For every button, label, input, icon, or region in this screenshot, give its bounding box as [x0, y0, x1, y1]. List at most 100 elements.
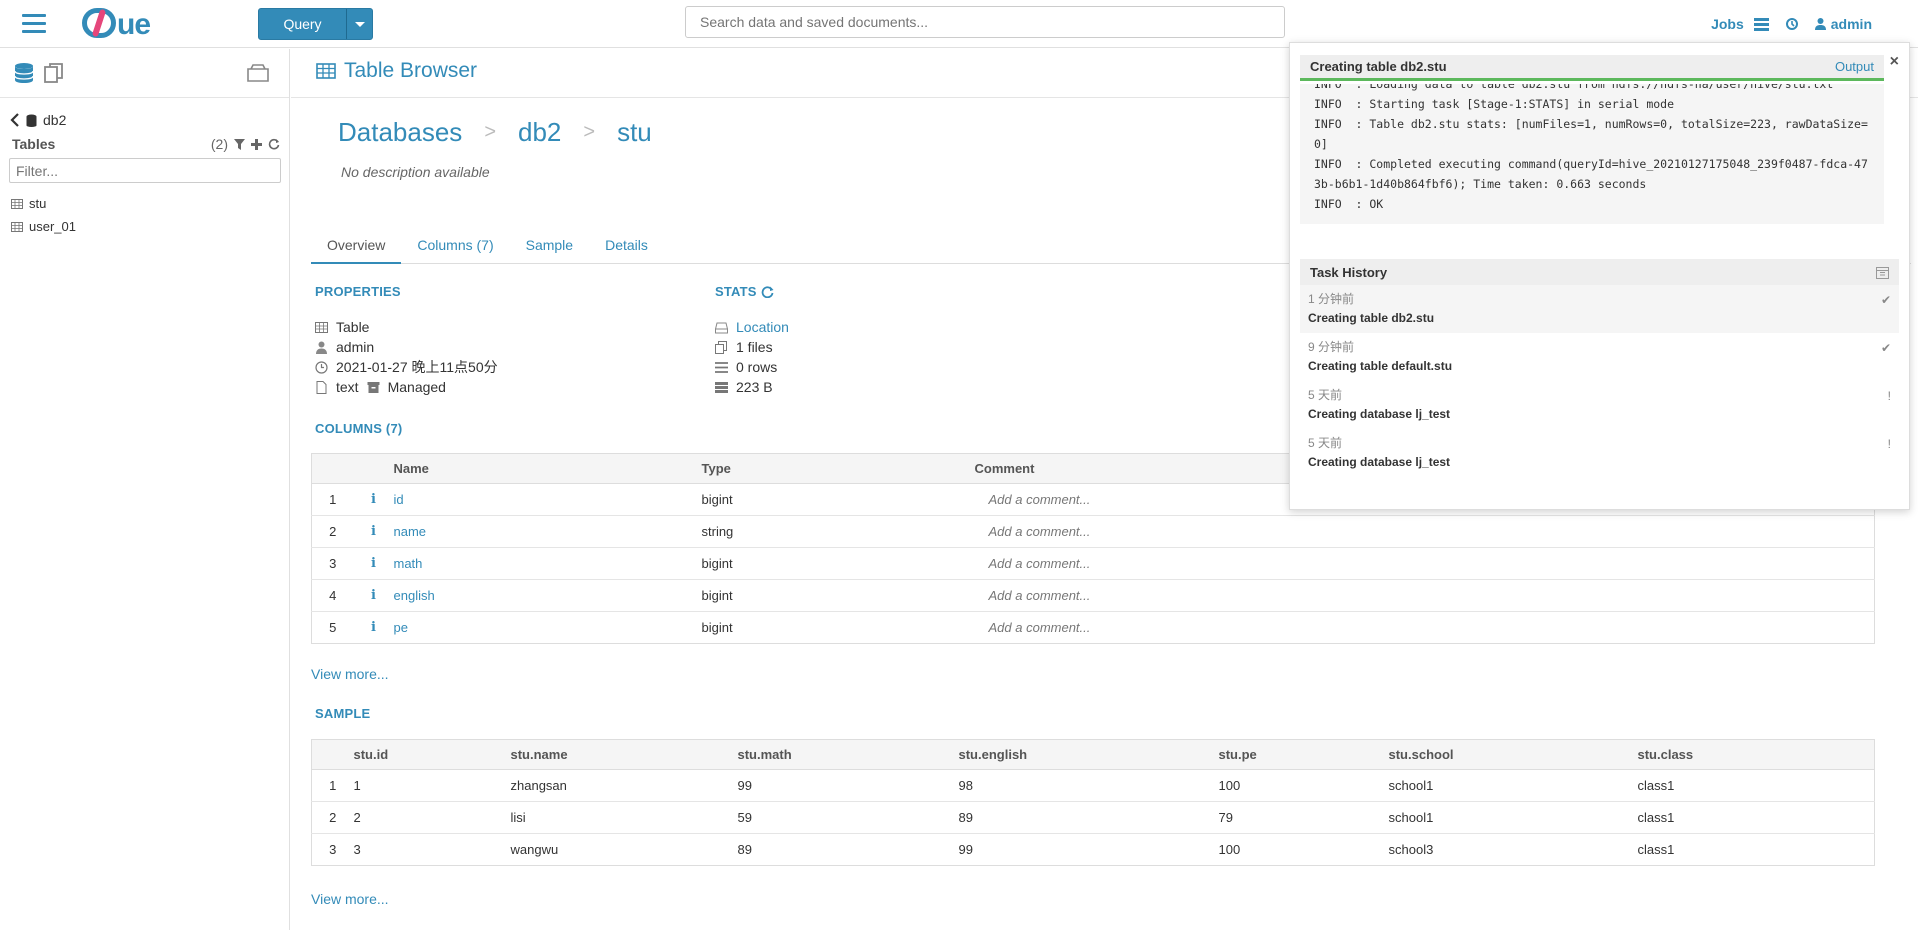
hamburger-menu-icon[interactable]: [22, 14, 46, 34]
info-icon[interactable]: i: [353, 483, 394, 516]
task-name[interactable]: Creating table default.stu: [1308, 359, 1891, 373]
breadcrumb-db[interactable]: db2: [518, 117, 561, 148]
sample-header[interactable]: stu.english: [958, 739, 1219, 770]
table-description[interactable]: No description available: [341, 164, 490, 180]
task-name[interactable]: Creating table db2.stu: [1308, 311, 1891, 325]
file-icon: [316, 380, 327, 394]
clock-icon: [315, 360, 328, 374]
sidebar-database[interactable]: db2: [10, 112, 66, 128]
back-chevron-icon[interactable]: [10, 113, 20, 127]
column-header-type[interactable]: Type: [701, 453, 975, 484]
task-name[interactable]: Creating database lj_test: [1308, 407, 1891, 421]
query-dropdown-caret-icon[interactable]: [346, 9, 372, 39]
user-name[interactable]: admin: [1831, 16, 1872, 32]
query-button[interactable]: Query: [258, 8, 373, 40]
sample-header[interactable]: stu.name: [510, 739, 738, 770]
tables-count: (2): [210, 136, 228, 152]
job-log[interactable]: INFO : Loading data to table db2.stu fro…: [1300, 84, 1884, 224]
sample-header[interactable]: stu.pe: [1218, 739, 1389, 770]
sample-header[interactable]: stu.school: [1388, 739, 1638, 770]
list-item[interactable]: 5 天前 Creating database lj_test !: [1300, 429, 1899, 477]
folder-icon[interactable]: [246, 61, 270, 85]
refresh-icon[interactable]: [268, 138, 280, 150]
column-type: bigint: [701, 579, 975, 612]
database-icon[interactable]: [12, 61, 36, 85]
column-type: bigint: [701, 611, 975, 644]
cell: 98: [958, 769, 1219, 802]
list-item[interactable]: 5 天前 Creating database lj_test !: [1300, 381, 1899, 429]
cell: 99: [737, 769, 959, 802]
table-row: 5 i pe bigint Add a comment...: [311, 611, 1875, 644]
add-comment[interactable]: Add a comment...: [974, 611, 1875, 644]
info-icon[interactable]: i: [353, 611, 394, 644]
column-name-link[interactable]: id: [394, 492, 404, 507]
top-navbar: ue Query Jobs admin: [0, 0, 1918, 48]
tab-details[interactable]: Details: [589, 232, 664, 264]
filter-icon[interactable]: [234, 138, 245, 150]
stats-size: 223 B: [736, 379, 773, 395]
table-browser-icon: [316, 63, 336, 79]
sample-header[interactable]: stu.id: [353, 739, 511, 770]
calendar-icon[interactable]: [1876, 266, 1889, 279]
table-icon: [11, 198, 23, 209]
task-name[interactable]: Creating database lj_test: [1308, 455, 1891, 469]
column-name-link[interactable]: math: [394, 556, 423, 571]
table-filter-input[interactable]: [9, 158, 281, 183]
column-name-link[interactable]: pe: [394, 620, 408, 635]
column-name-link[interactable]: english: [394, 588, 435, 603]
sidebar-table-name[interactable]: user_01: [29, 219, 76, 234]
row-number: 2: [311, 801, 354, 834]
jobs-button[interactable]: Jobs: [1711, 16, 1769, 32]
refresh-stats-icon[interactable]: [761, 285, 774, 298]
sidebar-database-name[interactable]: db2: [43, 112, 66, 128]
row-number: 4: [311, 579, 354, 612]
global-search-input[interactable]: [685, 6, 1285, 38]
task-time: 5 天前: [1308, 388, 1343, 402]
documents-icon[interactable]: [42, 61, 66, 85]
user-icon: [316, 341, 327, 354]
add-comment[interactable]: Add a comment...: [974, 547, 1875, 580]
list-item[interactable]: 1 分钟前 Creating table db2.stu ✔: [1300, 285, 1899, 333]
sample-header[interactable]: stu.math: [737, 739, 959, 770]
breadcrumb-databases[interactable]: Databases: [338, 117, 462, 148]
output-link[interactable]: Output: [1835, 59, 1874, 74]
jobs-label[interactable]: Jobs: [1711, 16, 1744, 32]
page-title: Table Browser: [344, 59, 478, 82]
column-name-link[interactable]: name: [394, 524, 427, 539]
info-icon[interactable]: i: [353, 515, 394, 548]
breadcrumb-separator: >: [484, 121, 496, 143]
add-comment[interactable]: Add a comment...: [974, 515, 1875, 548]
log-line: INFO : Starting task [Stage-1:STATS] in …: [1314, 97, 1675, 111]
stats-files: 1 files: [736, 339, 773, 355]
close-icon[interactable]: ×: [1890, 53, 1899, 71]
tab-overview[interactable]: Overview: [311, 232, 402, 264]
cell: zhangsan: [510, 769, 738, 802]
info-icon[interactable]: i: [353, 579, 394, 612]
jobs-panel: × Creating table db2.stu Output INFO : L…: [1289, 42, 1910, 510]
sidebar-table-name[interactable]: stu: [29, 196, 46, 211]
column-header-name[interactable]: Name: [393, 453, 702, 484]
user-menu[interactable]: admin: [1814, 16, 1872, 32]
list-item[interactable]: 9 分钟前 Creating table default.stu ✔: [1300, 333, 1899, 381]
stats-heading: STATS: [715, 284, 774, 299]
jobs-list-icon[interactable]: [1753, 17, 1769, 31]
sidebar-item-user_01[interactable]: user_01: [11, 215, 76, 238]
stats-location-link[interactable]: Location: [736, 319, 789, 335]
tab-columns[interactable]: Columns (7): [401, 232, 509, 264]
info-icon[interactable]: i: [353, 547, 394, 580]
properties-list: Table admin 2021-01-27 晚上11点50分 text Mana…: [315, 317, 498, 397]
query-button-label[interactable]: Query: [259, 9, 346, 39]
columns-view-more-link[interactable]: View more...: [311, 666, 389, 682]
archive-icon: [367, 381, 380, 393]
breadcrumb-table[interactable]: stu: [617, 117, 652, 148]
sample-header[interactable]: stu.class: [1637, 739, 1875, 770]
tab-sample[interactable]: Sample: [510, 232, 589, 264]
sample-view-more-link[interactable]: View more...: [311, 891, 389, 907]
task-time: 5 天前: [1308, 436, 1343, 450]
add-comment[interactable]: Add a comment...: [974, 579, 1875, 612]
add-icon[interactable]: [251, 138, 262, 150]
hue-logo[interactable]: ue: [82, 8, 151, 42]
history-icon[interactable]: [1785, 17, 1799, 31]
sidebar-item-stu[interactable]: stu: [11, 192, 76, 215]
row-number: 3: [311, 547, 354, 580]
